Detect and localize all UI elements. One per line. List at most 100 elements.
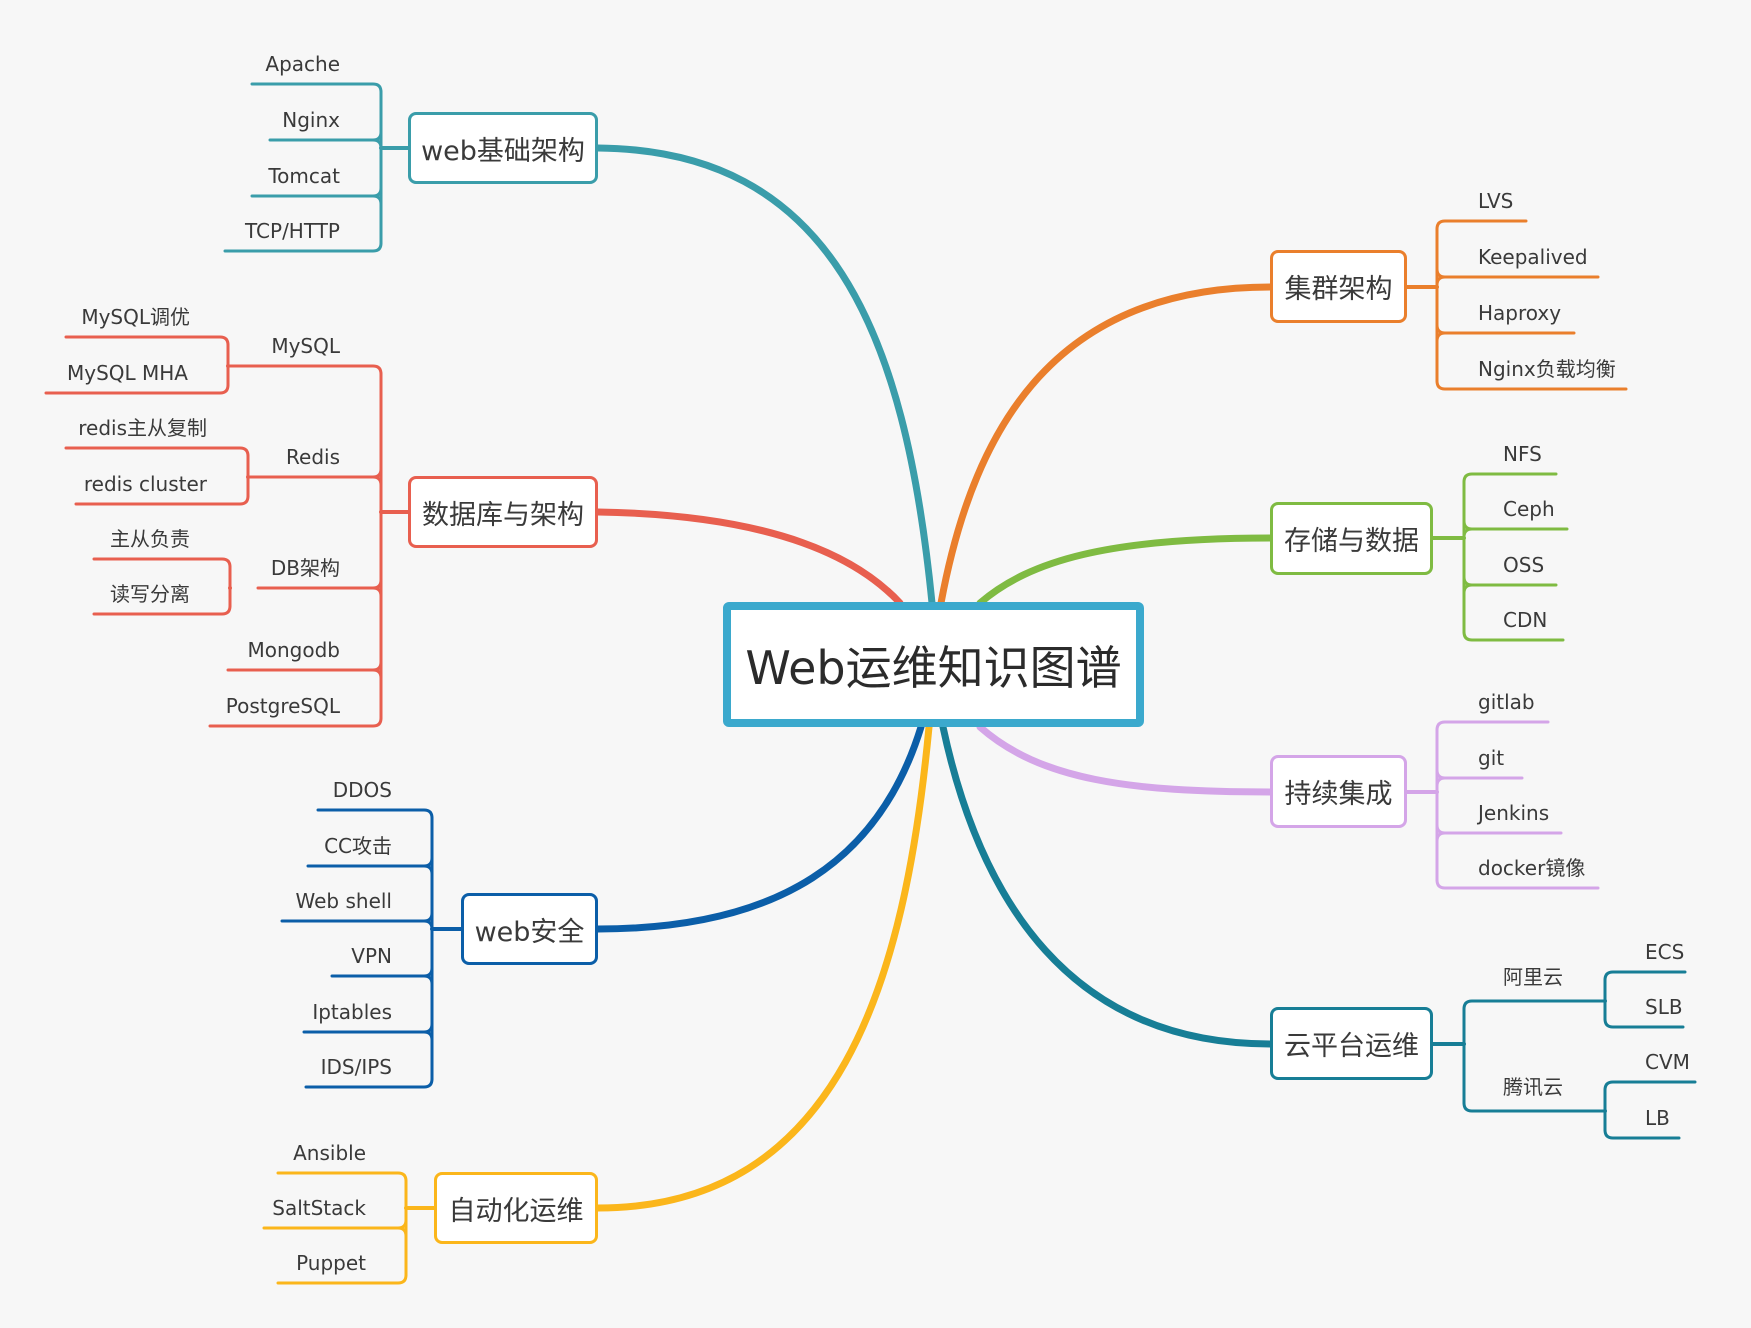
web-security-underline xyxy=(302,1022,434,1042)
subtopic-cluster[interactable]: Haproxy xyxy=(1478,301,1561,325)
subtopic-tcp-http[interactable]: TCP/HTTP xyxy=(245,219,340,243)
subtopic-storage[interactable]: NFS xyxy=(1503,442,1542,466)
web-infra-underline xyxy=(268,130,383,150)
web-security-underline xyxy=(330,966,434,986)
ci-underline xyxy=(1435,720,1550,732)
subtopic-db[interactable]: PostgreSQL xyxy=(226,694,340,718)
subtopic-nginx[interactable]: Nginx xyxy=(282,108,340,132)
subtopic-db-detail[interactable]: redis cluster xyxy=(84,472,207,496)
topic-label: 数据库与架构 xyxy=(422,499,584,531)
subtopic-ci[interactable]: git xyxy=(1478,746,1504,770)
subtopic-cluster[interactable]: Nginx负载均衡 xyxy=(1478,357,1616,381)
ci-underline xyxy=(1435,823,1563,843)
automation-underline xyxy=(276,1273,408,1285)
topic-cluster[interactable]: 集群架构 xyxy=(1270,250,1407,323)
subtopic-db-detail[interactable]: 主从负责 xyxy=(110,527,190,551)
connector-database xyxy=(594,508,904,607)
web-security-underline xyxy=(280,911,434,931)
database-sub-underline xyxy=(64,335,230,347)
subtopic-cluster[interactable]: Keepalived xyxy=(1478,245,1588,269)
subtopic-storage[interactable]: CDN xyxy=(1503,608,1547,632)
cluster-underline xyxy=(1435,379,1628,391)
subtopic-automation[interactable]: Puppet xyxy=(296,1251,366,1275)
connector-web-security xyxy=(594,723,925,933)
subtopic-tomcat[interactable]: Tomcat xyxy=(268,164,340,188)
cloud-sub-underline xyxy=(1603,970,1687,982)
subtopic-db-detail[interactable]: MySQL MHA xyxy=(67,361,188,385)
ci-underline xyxy=(1435,768,1524,788)
topic-web-infra[interactable]: web基础架构 xyxy=(408,112,598,184)
storage-underline xyxy=(1462,472,1558,484)
automation-underline xyxy=(276,1171,408,1183)
connector-storage xyxy=(976,534,1274,607)
subtopic-security[interactable]: CC攻击 xyxy=(324,834,392,858)
subtopic-ci[interactable]: gitlab xyxy=(1478,690,1535,714)
topic-label: web安全 xyxy=(474,916,585,948)
web-security-underline xyxy=(306,856,434,876)
subtopic-automation[interactable]: SaltStack xyxy=(272,1196,366,1220)
database-underline xyxy=(226,660,383,680)
database-sub-underline xyxy=(74,494,250,506)
central-topic-label: Web运维知识图谱 xyxy=(745,640,1122,695)
subtopic-ci[interactable]: Jenkins xyxy=(1478,801,1549,825)
ci-underline xyxy=(1435,878,1600,890)
database-underline xyxy=(246,467,383,487)
web-infra-underline xyxy=(223,241,383,253)
subtopic-db-detail[interactable]: 读写分离 xyxy=(110,582,190,606)
storage-underline xyxy=(1462,630,1565,642)
database-sub-underline xyxy=(92,604,232,616)
database-sub-underline xyxy=(44,383,230,395)
central-topic[interactable]: Web运维知识图谱 xyxy=(723,602,1144,727)
topic-label: 存储与数据 xyxy=(1284,526,1419,557)
topic-label: 持续集成 xyxy=(1284,779,1393,810)
subtopic-ci[interactable]: docker镜像 xyxy=(1478,856,1585,880)
topic-label: 云平台运维 xyxy=(1284,1031,1419,1062)
subtopic-cloud-provider[interactable]: 阿里云 xyxy=(1503,965,1563,989)
subtopic-security[interactable]: DDOS xyxy=(333,778,392,802)
storage-underline xyxy=(1462,575,1558,595)
subtopic-db[interactable]: Mongodb xyxy=(248,638,341,662)
cloud-sub-underline xyxy=(1603,1128,1681,1140)
cluster-underline xyxy=(1435,323,1576,343)
subtopic-cloud-service[interactable]: CVM xyxy=(1645,1050,1690,1074)
subtopic-cluster[interactable]: LVS xyxy=(1478,189,1513,213)
topic-label: web基础架构 xyxy=(421,135,585,167)
database-underline xyxy=(226,364,383,376)
topic-storage[interactable]: 存储与数据 xyxy=(1270,502,1433,575)
subtopic-storage[interactable]: Ceph xyxy=(1503,497,1555,521)
topic-database[interactable]: 数据库与架构 xyxy=(408,476,598,548)
subtopic-db-detail[interactable]: redis主从复制 xyxy=(78,416,207,440)
web-security-underline xyxy=(316,808,434,820)
subtopic-db[interactable]: DB架构 xyxy=(271,556,340,580)
connector-ci xyxy=(976,723,1274,796)
web-infra-underline xyxy=(250,186,383,206)
web-security-underline xyxy=(304,1077,434,1089)
subtopic-db[interactable]: Redis xyxy=(286,445,340,469)
subtopic-db[interactable]: MySQL xyxy=(271,334,340,358)
subtopic-cloud-service[interactable]: LB xyxy=(1645,1106,1670,1130)
subtopic-apache[interactable]: Apache xyxy=(265,52,340,76)
topic-label: 集群架构 xyxy=(1284,274,1393,305)
subtopic-storage[interactable]: OSS xyxy=(1503,553,1544,577)
subtopic-security[interactable]: Iptables xyxy=(312,1000,392,1024)
topic-web-security[interactable]: web安全 xyxy=(461,893,598,965)
cloud-underline xyxy=(1462,999,1607,1011)
subtopic-security[interactable]: Web shell xyxy=(296,889,392,913)
database-underline xyxy=(208,716,383,728)
subtopic-cloud-service[interactable]: SLB xyxy=(1645,995,1683,1019)
subtopic-cloud-service[interactable]: ECS xyxy=(1645,940,1684,964)
subtopic-automation[interactable]: Ansible xyxy=(293,1141,366,1165)
topic-ci[interactable]: 持续集成 xyxy=(1270,755,1407,828)
topic-label: 自动化运维 xyxy=(448,1195,584,1227)
subtopic-security[interactable]: VPN xyxy=(351,944,392,968)
database-sub-underline xyxy=(64,446,250,458)
subtopic-db-detail[interactable]: MySQL调优 xyxy=(81,305,190,329)
connector-cloud xyxy=(939,723,1274,1048)
topic-automation[interactable]: 自动化运维 xyxy=(434,1172,598,1244)
subtopic-cloud-provider[interactable]: 腾讯云 xyxy=(1503,1075,1563,1099)
connector-cluster xyxy=(937,283,1274,607)
subtopic-security[interactable]: IDS/IPS xyxy=(321,1055,392,1079)
cloud-underline xyxy=(1462,1101,1607,1113)
topic-cloud[interactable]: 云平台运维 xyxy=(1270,1007,1433,1080)
cluster-underline xyxy=(1435,267,1600,287)
